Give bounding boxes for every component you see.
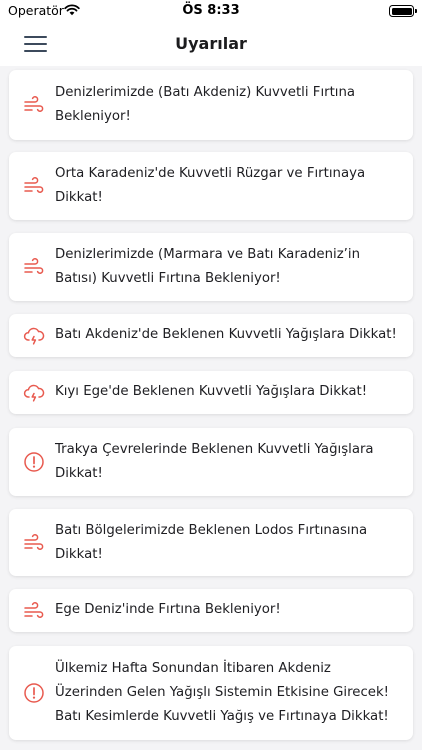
rain-cloud-icon: [23, 384, 45, 402]
nav-bar: Uyarılar: [0, 24, 422, 66]
wind-icon: [24, 534, 44, 550]
alert-card[interactable]: Batı Akdeniz'de Beklenen Kuvvetli Yağışl…: [9, 314, 413, 357]
alert-text: Denizlerimizde (Marmara ve Batı Karadeni…: [55, 247, 361, 286]
alert-text: Batı Akdeniz'de Beklenen Kuvvetli Yağışl…: [55, 327, 397, 342]
alert-card[interactable]: Ülkemiz Hafta Sonundan İtibaren Akdeniz …: [9, 646, 413, 740]
alert-card[interactable]: Ege Deniz'inde Fırtına Bekleniyor!: [9, 589, 413, 632]
battery-icon: [389, 5, 417, 17]
page-title: Uyarılar: [175, 34, 247, 53]
alert-card[interactable]: Orta Karadeniz'de Kuvvetli Rüzgar ve Fır…: [9, 152, 413, 220]
info-icon: [24, 683, 44, 703]
wind-icon: [24, 602, 44, 618]
alert-text: Batı Bölgelerimizde Beklenen Lodos Fırtı…: [55, 523, 368, 562]
alert-card[interactable]: Batı Bölgelerimizde Beklenen Lodos Fırtı…: [9, 509, 413, 576]
status-time: ÖS 8:33: [182, 3, 240, 18]
alert-card[interactable]: Denizlerimizde (Batı Akdeniz) Kuvvetli F…: [9, 70, 413, 140]
info-icon: [24, 452, 44, 472]
status-bar: Operatör ÖS 8:33: [0, 0, 422, 24]
alert-text: Orta Karadeniz'de Kuvvetli Rüzgar ve Fır…: [55, 166, 366, 205]
alert-text: Trakya Çevrelerinde Beklenen Kuvvetli Ya…: [55, 442, 374, 481]
rain-cloud-icon: [23, 327, 45, 345]
wind-icon: [24, 96, 44, 112]
alert-text: Ülkemiz Hafta Sonundan İtibaren Akdeniz …: [55, 661, 389, 724]
wind-icon: [24, 258, 44, 274]
alert-card[interactable]: Kıyı Ege'de Beklenen Kuvvetli Yağışlara …: [9, 371, 413, 414]
alert-card[interactable]: Trakya Çevrelerinde Beklenen Kuvvetli Ya…: [9, 428, 413, 496]
wind-icon: [24, 177, 44, 193]
alert-text: Ege Deniz'inde Fırtına Bekleniyor!: [55, 602, 281, 617]
alert-card[interactable]: Denizlerimizde (Marmara ve Batı Karadeni…: [9, 233, 413, 301]
alert-text: Kıyı Ege'de Beklenen Kuvvetli Yağışlara …: [55, 384, 368, 399]
alert-text: Denizlerimizde (Batı Akdeniz) Kuvvetli F…: [55, 85, 356, 124]
